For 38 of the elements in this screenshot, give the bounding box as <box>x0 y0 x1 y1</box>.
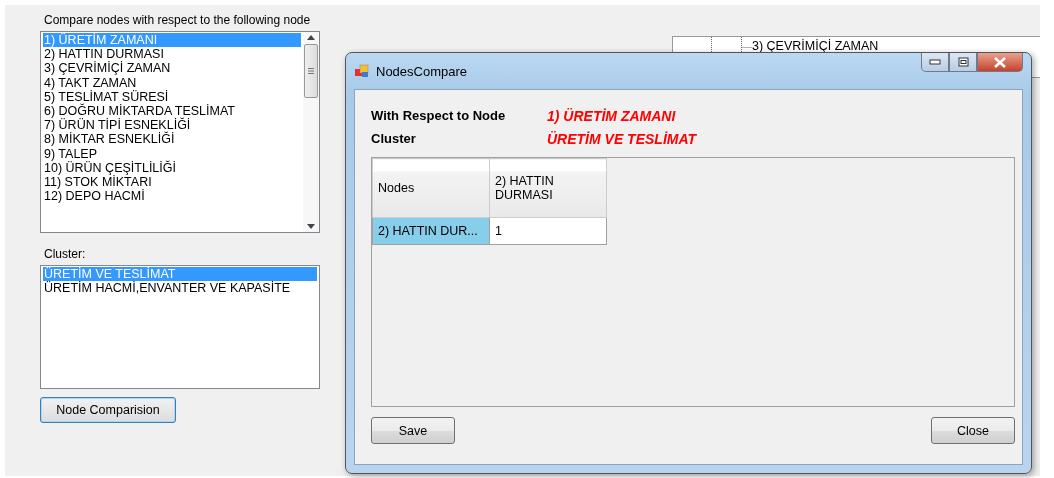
table-cell[interactable]: 1 <box>489 217 607 245</box>
list-item[interactable]: 10) ÜRÜN ÇEŞİTLİLİĞİ <box>43 160 301 176</box>
minimize-icon <box>929 59 941 65</box>
list-item[interactable]: 12) DEPO HACMİ <box>43 189 301 204</box>
list-item[interactable]: 11) STOK MİKTARI <box>43 175 301 190</box>
window-title: NodesCompare <box>376 63 469 79</box>
field-label: Cluster <box>371 131 417 146</box>
cluster-label: Cluster: <box>44 247 87 261</box>
field-value: ÜRETİM VE TESLİMAT <box>547 130 697 147</box>
scrollbar[interactable] <box>303 32 319 232</box>
scroll-up-icon[interactable] <box>307 35 315 40</box>
list-item[interactable]: 5) TESLİMAT SÜRESİ <box>43 89 301 104</box>
close-button[interactable] <box>977 53 1023 72</box>
dialog-button[interactable]: Save <box>371 417 455 444</box>
maximize-icon <box>957 57 969 67</box>
node-list[interactable] <box>40 31 320 233</box>
field-value: 1) ÜRETİM ZAMANI <box>547 107 676 124</box>
list-item[interactable]: 2) HATTIN DURMASI <box>43 47 301 62</box>
app-icon <box>354 63 370 79</box>
minimize-button[interactable] <box>921 53 949 72</box>
column-header[interactable]: 2) HATTIN DURMASI <box>489 158 607 218</box>
tree-lines-icon <box>711 37 752 52</box>
close-icon <box>994 56 1006 68</box>
list-item[interactable]: 4) TAKT ZAMAN <box>43 75 301 90</box>
scroll-thumb[interactable] <box>304 44 318 98</box>
scroll-down-icon[interactable] <box>307 224 315 229</box>
column-header[interactable]: Nodes <box>372 158 490 218</box>
cluster-list[interactable]: ÜRETİM VE TESLİMAT ÜRETİM HACMİ,ENVANTER VE KAPASİTE <box>40 265 320 389</box>
dialog-button[interactable]: Close <box>931 417 1015 444</box>
list-item[interactable]: ÜRETİM HACMİ,ENVANTER VE KAPASİTE <box>43 281 317 296</box>
node-comparison-button[interactable]: Node Comparision <box>40 397 176 423</box>
list-item[interactable]: 8) MİKTAR ESNEKLİĞİ <box>43 132 301 147</box>
list-item[interactable]: 3) ÇEVRİMİÇİ ZAMAN <box>43 61 301 76</box>
row-header[interactable]: 2) HATTIN DUR... <box>372 217 490 245</box>
list-item[interactable]: 9) TALEP <box>43 146 301 161</box>
field-label: With Respect to Node <box>371 108 507 123</box>
node-list-label: Compare nodes with respect to the following node <box>44 13 312 27</box>
maximize-button[interactable] <box>949 53 977 72</box>
